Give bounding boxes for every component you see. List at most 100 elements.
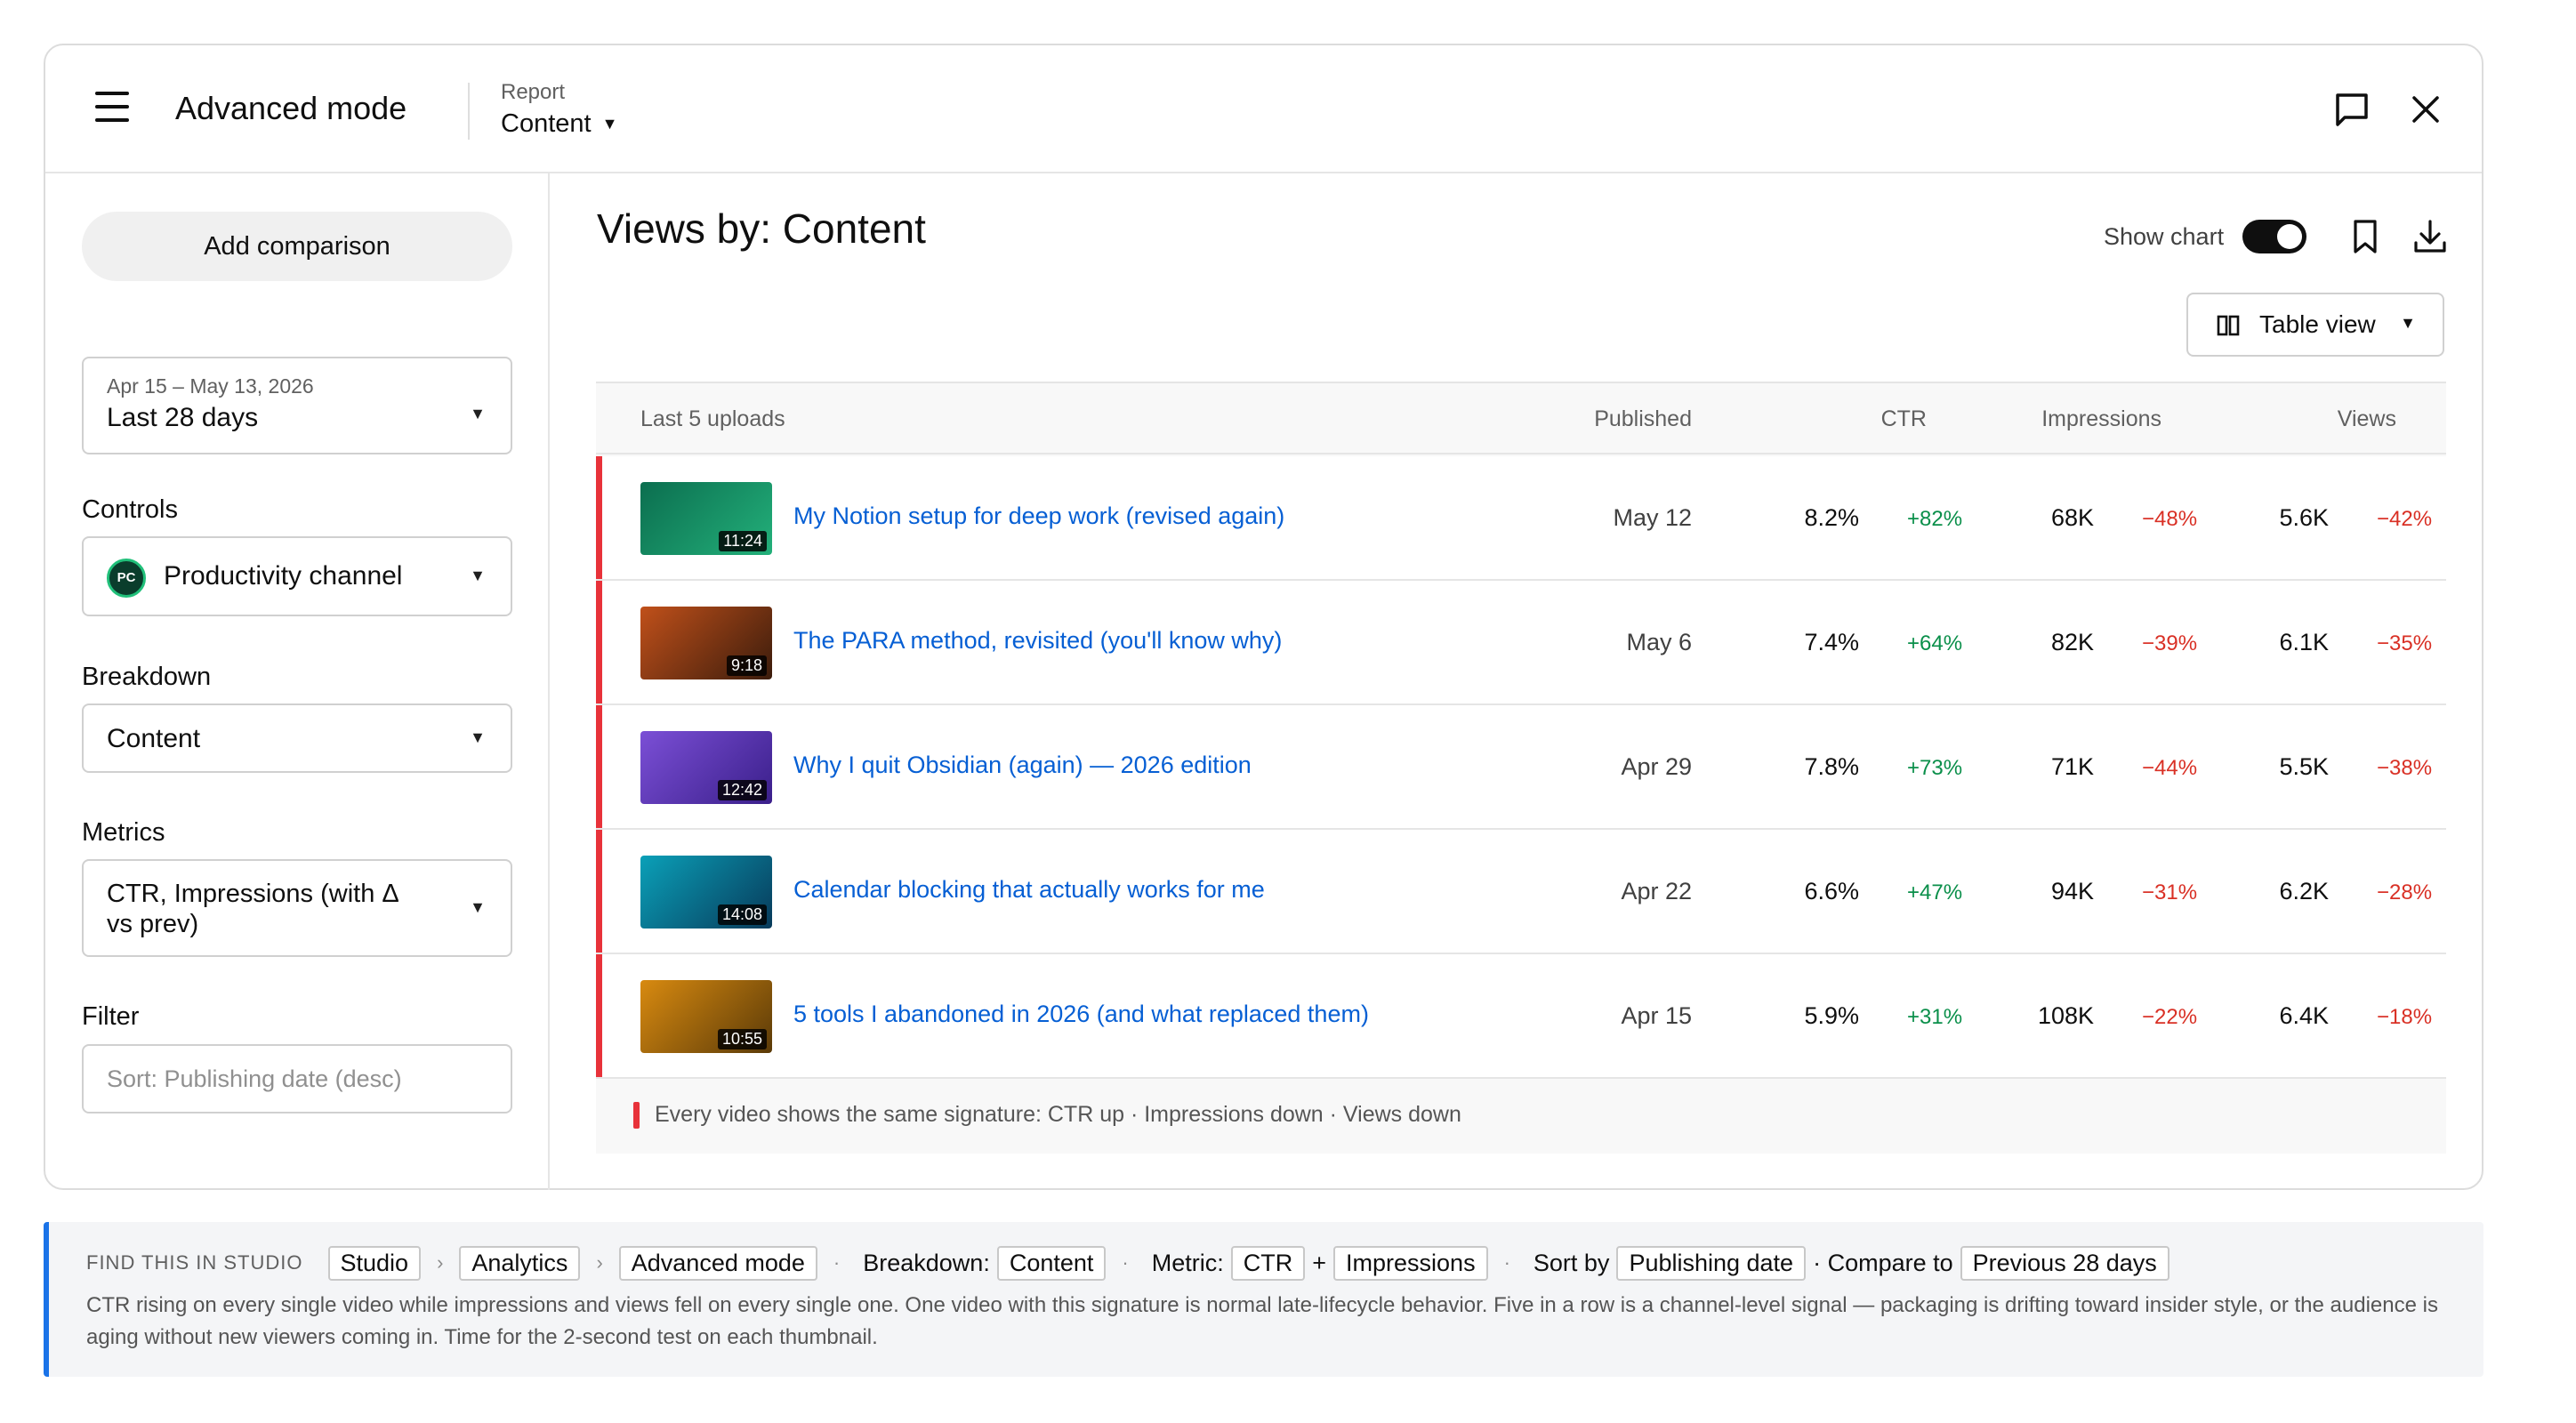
channel-select[interactable]: PC Productivity channel ▼	[82, 536, 512, 616]
impressions-value: 68K	[2050, 504, 2094, 531]
table-view-dropdown[interactable]: Table view ▼	[2186, 293, 2444, 357]
video-duration: 10:55	[717, 1029, 767, 1049]
ctr-delta: +73%	[1907, 756, 1963, 780]
compare-text: · Compare to	[1813, 1249, 1953, 1276]
video-title-link[interactable]: Calendar blocking that actually works fo…	[793, 876, 1265, 904]
metrics-select[interactable]: CTR, Impressions (with Δ vs prev) ▼	[82, 859, 512, 957]
video-title-link[interactable]: Why I quit Obsidian (again) — 2026 editi…	[793, 752, 1252, 779]
published-date: Apr 29	[1621, 753, 1692, 780]
published-date: May 6	[1626, 629, 1692, 655]
controls-label: Controls	[82, 495, 178, 524]
caret-down-icon: ▼	[470, 898, 486, 916]
separator-dot: ·	[1122, 1251, 1129, 1274]
views-value: 5.6K	[2279, 504, 2329, 531]
col-header-views[interactable]: Views	[2338, 406, 2396, 432]
breakdown-label: Breakdown	[82, 663, 212, 691]
impressions-delta: −22%	[2142, 1005, 2198, 1029]
page-title: Views by: Content	[597, 205, 926, 252]
close-icon[interactable]	[2401, 84, 2451, 134]
header-divider	[468, 83, 470, 140]
ctr-value: 5.9%	[1804, 1002, 1859, 1029]
chip-impressions[interactable]: Impressions	[1333, 1245, 1488, 1281]
video-title-link[interactable]: The PARA method, revisited (you'll know …	[793, 627, 1282, 655]
show-chart-toggle[interactable]	[2242, 220, 2306, 253]
video-duration: 9:18	[726, 655, 767, 676]
signature-flag	[596, 705, 602, 828]
download-icon[interactable]	[2408, 214, 2452, 259]
sort-text: Sort by	[1533, 1249, 1610, 1276]
find-label: FIND THIS IN STUDIO	[86, 1251, 303, 1274]
bookmark-icon[interactable]	[2344, 214, 2387, 259]
breakdown-text: Breakdown:	[863, 1249, 990, 1276]
controls-sidebar: Add comparison Apr 15 – May 13, 2026 Las…	[45, 173, 550, 1190]
views-delta: −18%	[2377, 1005, 2433, 1029]
published-date: May 12	[1613, 504, 1692, 531]
add-comparison-button[interactable]: Add comparison	[82, 212, 512, 281]
col-header-published[interactable]: Published	[1594, 406, 1692, 432]
video-thumbnail[interactable]: 11:24	[640, 482, 772, 555]
chip-studio[interactable]: Studio	[327, 1245, 422, 1281]
metrics-label: Metrics	[82, 818, 165, 847]
chip-previous-28-days[interactable]: Previous 28 days	[1960, 1245, 2169, 1281]
ctr-delta: +31%	[1907, 1005, 1963, 1029]
chip-publishing-date[interactable]: Publishing date	[1616, 1245, 1807, 1281]
footnote-text: Every video shows the same signature: CT…	[655, 1102, 1461, 1127]
col-header-uploads: Last 5 uploads	[640, 406, 785, 431]
chip-advanced-mode[interactable]: Advanced mode	[618, 1245, 817, 1281]
col-header-impressions[interactable]: Impressions	[2041, 406, 2161, 432]
caret-down-icon: ▼	[601, 115, 618, 133]
impressions-delta: −48%	[2142, 507, 2198, 531]
table-row[interactable]: 9:18 The PARA method, revisited (you'll k…	[596, 581, 2446, 705]
content-table: Last 5 uploads Published CTR Impressions…	[596, 382, 2446, 1154]
video-thumbnail[interactable]: 12:42	[640, 731, 772, 804]
table-row[interactable]: 11:24 My Notion setup for deep work (revi…	[596, 456, 2446, 581]
channel-name: Productivity channel	[164, 561, 403, 591]
video-title-link[interactable]: 5 tools I abandoned in 2026 (and what re…	[793, 1001, 1369, 1028]
table-row[interactable]: 12:42 Why I quit Obsidian (again) — 2026 …	[596, 705, 2446, 830]
breakdown-select[interactable]: Content ▼	[82, 703, 512, 773]
ctr-value: 8.2%	[1804, 504, 1859, 531]
published-date: Apr 22	[1621, 878, 1692, 904]
report-value: Content	[501, 109, 592, 138]
impressions-delta: −31%	[2142, 880, 2198, 904]
date-range-select[interactable]: Apr 15 – May 13, 2026 Last 28 days ▼	[82, 357, 512, 454]
advanced-mode-dialog: Advanced mode Report Content ▼ Add compar…	[44, 44, 2483, 1190]
video-thumbnail[interactable]: 10:55	[640, 980, 772, 1053]
impressions-value: 71K	[2050, 753, 2094, 780]
impressions-value: 108K	[2037, 1002, 2094, 1029]
video-duration: 11:24	[719, 531, 767, 551]
chip-analytics[interactable]: Analytics	[459, 1245, 581, 1281]
table-row[interactable]: 10:55 5 tools I abandoned in 2026 (and wh…	[596, 954, 2446, 1079]
views-delta: −28%	[2377, 880, 2433, 904]
impressions-value: 82K	[2050, 629, 2094, 655]
date-range-value: Last 28 days	[107, 403, 259, 432]
views-delta: −38%	[2377, 756, 2433, 780]
caret-down-icon: ▼	[470, 567, 486, 584]
caret-down-icon: ▼	[470, 405, 486, 422]
col-header-ctr[interactable]: CTR	[1881, 406, 1927, 432]
views-value: 6.4K	[2279, 1002, 2329, 1029]
feedback-icon[interactable]	[2327, 84, 2377, 134]
columns-icon	[2217, 315, 2240, 336]
caret-down-icon: ▼	[2400, 314, 2416, 332]
filter-input[interactable]	[82, 1044, 512, 1113]
metrics-value: CTR, Impressions (with Δ vs prev)	[107, 880, 398, 938]
ctr-delta: +47%	[1907, 880, 1963, 904]
toggle-knob	[2277, 224, 2302, 249]
ctr-value: 7.8%	[1804, 753, 1859, 780]
chip-content[interactable]: Content	[996, 1245, 1107, 1281]
video-duration: 14:08	[717, 904, 767, 925]
video-duration: 12:42	[717, 780, 767, 800]
chip-ctr[interactable]: CTR	[1230, 1245, 1306, 1281]
hamburger-icon[interactable]	[95, 92, 129, 124]
separator-dot: ·	[833, 1251, 841, 1274]
video-title-link[interactable]: My Notion setup for deep work (revised a…	[793, 502, 1284, 530]
filter-label: Filter	[82, 1002, 140, 1031]
video-thumbnail[interactable]: 9:18	[640, 607, 772, 679]
metric-text: Metric:	[1151, 1249, 1224, 1276]
report-dropdown[interactable]: Content ▼	[501, 108, 617, 140]
video-thumbnail[interactable]: 14:08	[640, 856, 772, 929]
date-range-dates: Apr 15 – May 13, 2026	[107, 374, 314, 398]
top-bar: Advanced mode Report Content ▼	[45, 45, 2482, 173]
table-row[interactable]: 14:08 Calendar blocking that actually wor…	[596, 830, 2446, 954]
